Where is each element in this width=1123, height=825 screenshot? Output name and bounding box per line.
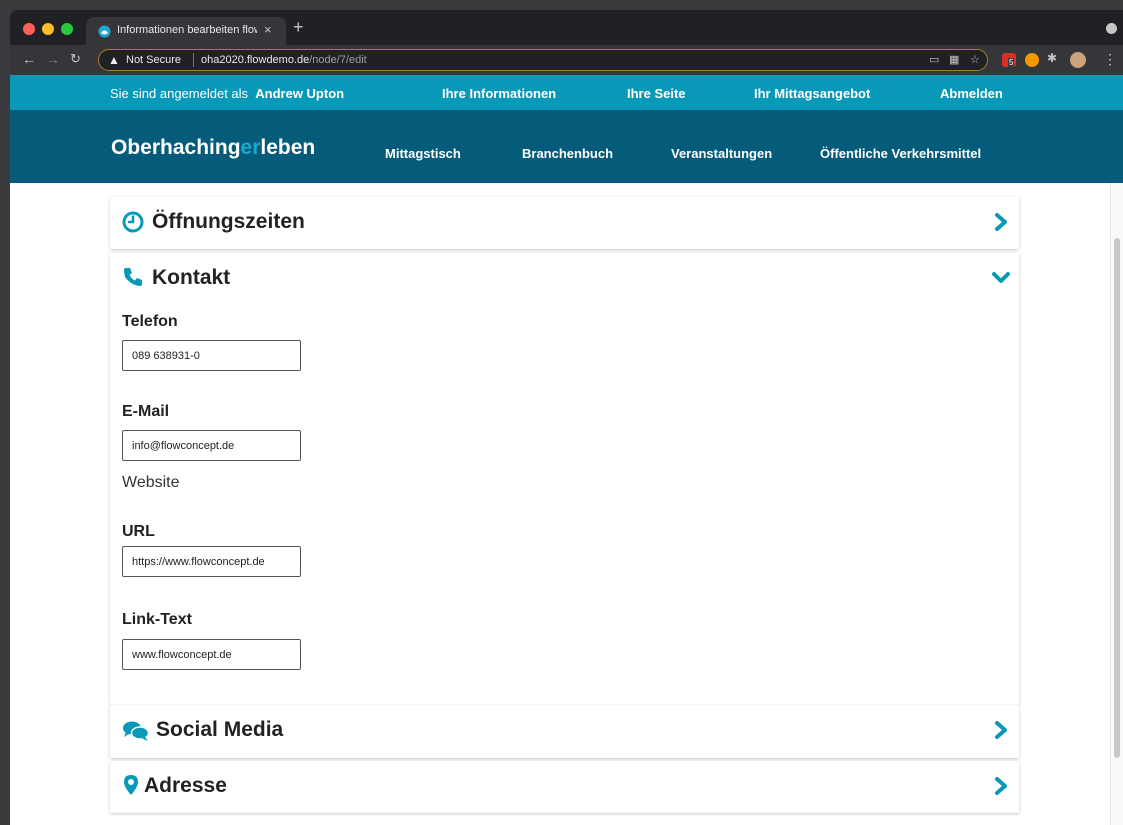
nav-mittagstisch[interactable]: Mittagstisch xyxy=(385,146,461,161)
panel-title: Öffnungszeiten xyxy=(152,210,305,233)
email-input[interactable]: info@flowconcept.de xyxy=(122,430,301,461)
logo-part-2: er xyxy=(240,136,261,159)
url-label: URL xyxy=(122,523,155,540)
panel-header-kontakt[interactable]: Kontakt xyxy=(110,253,1019,305)
telefon-label: Telefon xyxy=(122,313,178,330)
user-name[interactable]: Andrew Upton xyxy=(255,86,344,101)
link-text-label: Link-Text xyxy=(122,611,192,628)
map-marker-icon xyxy=(124,775,138,795)
panel-header-adresse[interactable]: Adresse xyxy=(110,761,1019,813)
minimize-window-button[interactable] xyxy=(42,23,54,35)
scrollbar[interactable] xyxy=(1110,183,1123,825)
login-status-prefix: Sie sind angemeldet als xyxy=(110,86,249,101)
phone-icon xyxy=(124,268,142,286)
tab-title: Informationen bearbeiten flowc xyxy=(117,24,257,36)
link-abmelden[interactable]: Abmelden xyxy=(940,86,1003,101)
site-logo[interactable]: Oberhachingerleben xyxy=(111,136,315,160)
page-content: Öffnungszeiten Kontakt Telefon 089 63893… xyxy=(10,183,1110,825)
panel-adresse: Adresse xyxy=(110,761,1019,813)
extension-calendar-icon[interactable]: 5 xyxy=(1002,53,1016,67)
qr-code-icon[interactable]: ▦ xyxy=(949,53,959,66)
scrollbar-thumb[interactable] xyxy=(1114,238,1120,758)
logo-part-1: Oberhaching xyxy=(111,136,241,159)
nav-oeffentliche-verkehrsmittel[interactable]: Öffentliche Verkehrsmittel xyxy=(820,146,981,161)
profile-dropdown-icon[interactable] xyxy=(1106,23,1117,34)
chevron-right-icon[interactable] xyxy=(993,721,1009,739)
comments-icon xyxy=(123,721,150,741)
chevron-right-icon[interactable] xyxy=(993,777,1009,795)
address-bar[interactable]: ▲ Not Secure oha2020.flowdemo.de/node/7/… xyxy=(98,49,988,71)
link-text-input[interactable]: www.flowconcept.de xyxy=(122,639,301,670)
extensions-puzzle-icon[interactable]: ✱ xyxy=(1047,51,1061,65)
new-tab-button[interactable]: + xyxy=(293,17,304,37)
url-host: oha2020.flowdemo.de xyxy=(201,54,310,66)
login-status: Sie sind angemeldet als Andrew Upton xyxy=(110,86,344,101)
browser-tab[interactable]: Informationen bearbeiten flowc × xyxy=(86,17,286,45)
site-topbar: Sie sind angemeldet als Andrew Upton Ihr… xyxy=(10,75,1123,110)
panel-social-media: Social Media xyxy=(110,705,1019,758)
panel-kontakt: Kontakt Telefon 089 638931-0 E-Mail info… xyxy=(110,253,1019,705)
chevron-right-icon[interactable] xyxy=(993,213,1009,231)
url-input[interactable]: https://www.flowconcept.de xyxy=(122,546,301,577)
url-divider xyxy=(193,53,194,67)
link-ihr-mittagsangebot[interactable]: Ihr Mittagsangebot xyxy=(754,86,870,101)
telefon-input[interactable]: 089 638931-0 xyxy=(122,340,301,371)
link-ihre-informationen[interactable]: Ihre Informationen xyxy=(442,86,556,101)
link-ihre-seite[interactable]: Ihre Seite xyxy=(627,86,686,101)
browser-menu-icon[interactable]: ⋮ xyxy=(1103,51,1117,68)
site-header: Oberhachingerleben Mittagstisch Branchen… xyxy=(10,110,1123,183)
bookmark-star-icon[interactable]: ☆ xyxy=(970,53,980,66)
panel-title: Social Media xyxy=(156,718,284,741)
back-arrow-icon[interactable]: ← xyxy=(22,51,36,67)
tab-close-icon[interactable]: × xyxy=(264,22,272,37)
clock-icon xyxy=(122,211,144,233)
reload-icon[interactable]: ↻ xyxy=(70,51,81,67)
website-group-label: Website xyxy=(122,474,180,491)
maximize-window-button[interactable] xyxy=(61,23,73,35)
panel-header-social-media[interactable]: Social Media xyxy=(110,705,1019,757)
panel-title: Adresse xyxy=(144,774,227,797)
close-window-button[interactable] xyxy=(23,23,35,35)
extension-coupon-icon[interactable] xyxy=(1025,53,1039,67)
extension-badge: 5 xyxy=(1008,58,1015,67)
drupal-favicon-icon xyxy=(98,25,111,38)
nav-branchenbuch[interactable]: Branchenbuch xyxy=(522,146,613,161)
logo-part-3: leben xyxy=(260,136,316,159)
nav-veranstaltungen[interactable]: Veranstaltungen xyxy=(671,146,772,161)
avatar[interactable] xyxy=(1070,52,1086,68)
email-label: E-Mail xyxy=(122,403,170,420)
not-secure-label: Not Secure xyxy=(126,54,182,66)
chevron-down-icon[interactable] xyxy=(991,269,1011,287)
panel-oeffnungszeiten: Öffnungszeiten xyxy=(110,197,1019,249)
warning-icon: ▲ xyxy=(108,53,120,67)
url-path: /node/7/edit xyxy=(309,54,367,66)
browser-toolbar: ← → ↻ ▲ Not Secure oha2020.flowdemo.de/n… xyxy=(10,45,1123,75)
forward-arrow-icon[interactable]: → xyxy=(46,51,60,67)
cast-icon[interactable]: ▭ xyxy=(929,53,939,66)
browser-window: Informationen bearbeiten flowc × + ← → ↻… xyxy=(10,10,1123,825)
panel-title: Kontakt xyxy=(152,266,231,289)
tab-strip: Informationen bearbeiten flowc × + xyxy=(10,10,1123,45)
url-text: oha2020.flowdemo.de/node/7/edit xyxy=(201,54,367,66)
panel-header-oeffnungszeiten[interactable]: Öffnungszeiten xyxy=(110,197,1019,249)
